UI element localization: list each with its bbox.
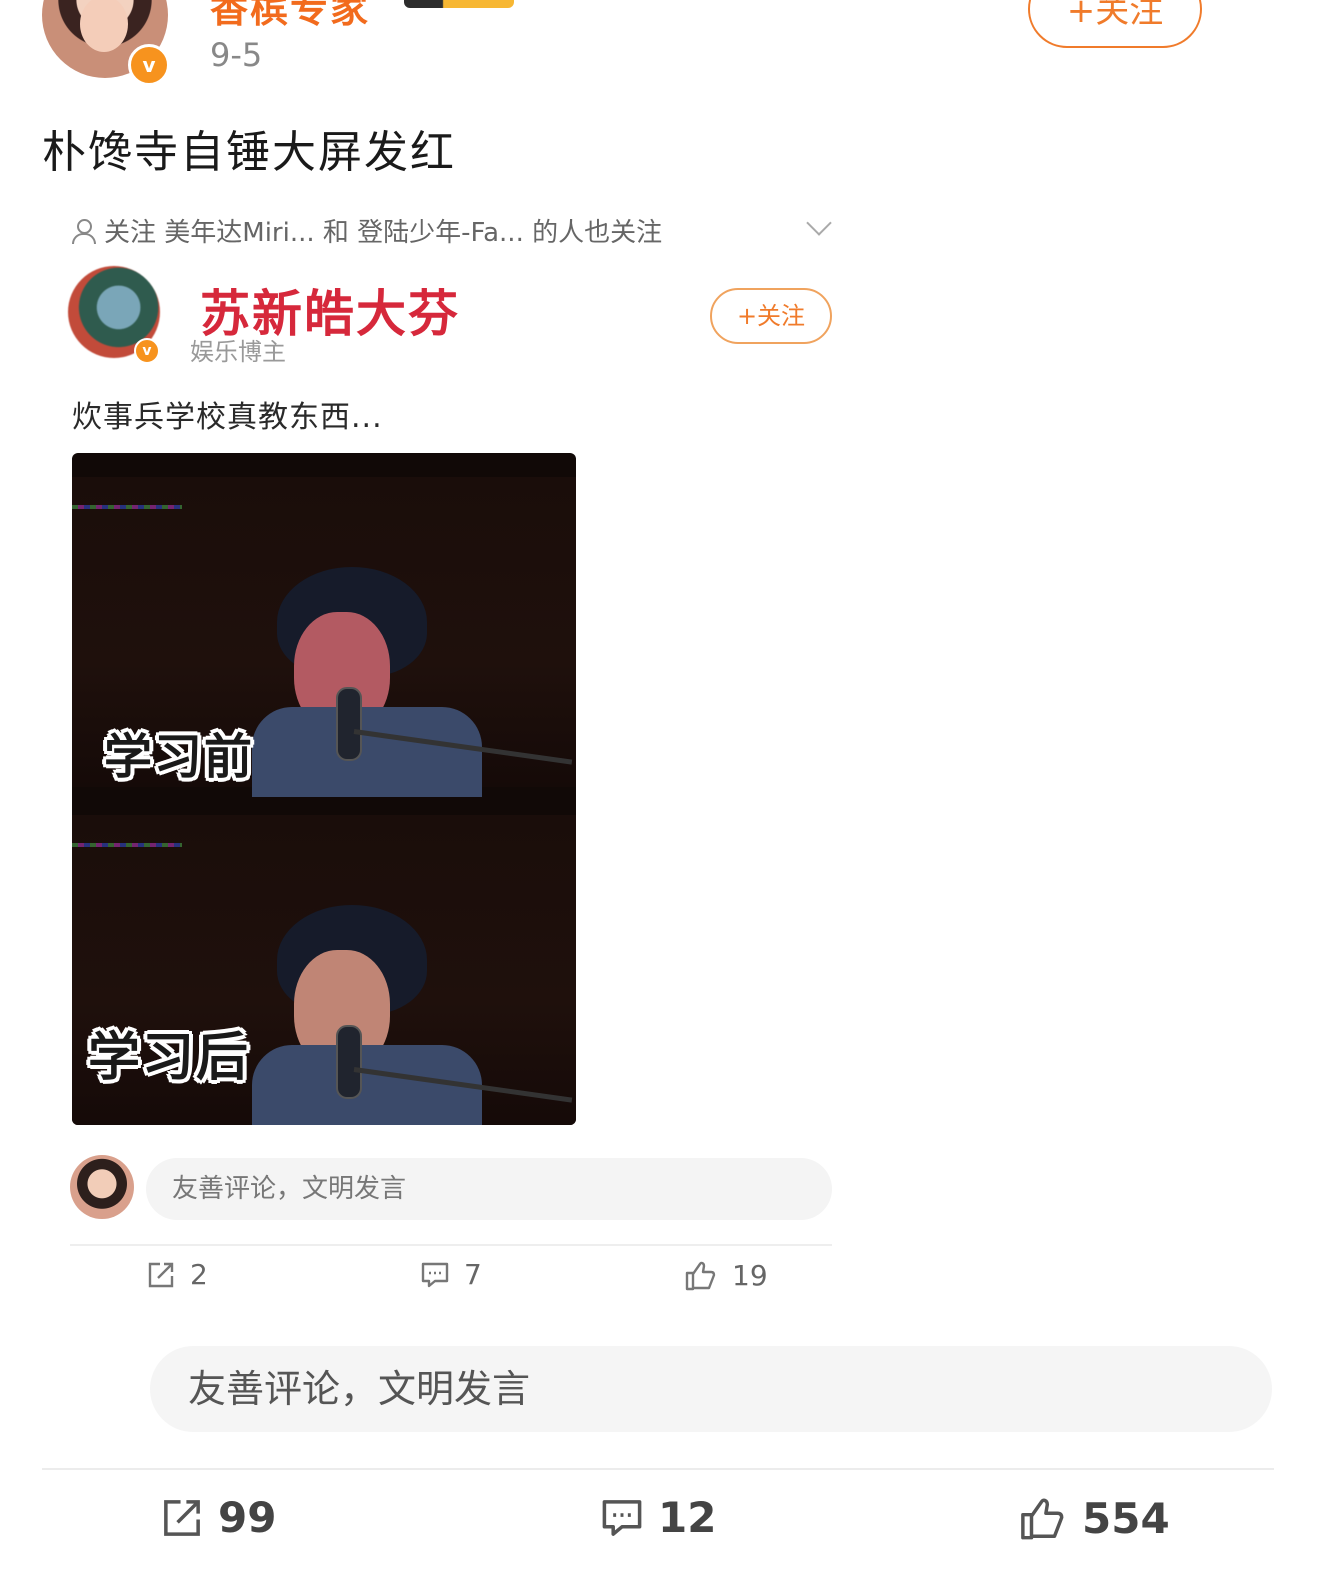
follow-button[interactable]: +关注	[1028, 0, 1202, 48]
retweet-author-subtitle: 娱乐博主	[190, 338, 286, 366]
retweet-like-button[interactable]: 19	[684, 1260, 768, 1292]
repost-button[interactable]: 99	[160, 1496, 276, 1540]
verified-badge-icon: v	[134, 338, 160, 364]
like-button[interactable]: 554	[1018, 1496, 1170, 1542]
retweet-repost-button[interactable]: 2	[146, 1260, 208, 1290]
retweet-comment-button[interactable]: 7	[420, 1260, 482, 1290]
chevron-down-icon[interactable]	[806, 210, 832, 236]
retweet-follow-button[interactable]: +关注	[710, 288, 832, 344]
comment-icon	[421, 1262, 449, 1288]
recommendation-line: 关注 美年达Miri... 和 登陆少年-Fa... 的人也关注	[70, 212, 662, 249]
author-name[interactable]: 香槟专家	[210, 0, 370, 33]
member-badge	[404, 0, 514, 8]
comment-button[interactable]: 12	[600, 1496, 716, 1540]
caption-after: 学习后	[88, 1028, 251, 1088]
like-count: 554	[1082, 1494, 1170, 1543]
like-count: 19	[732, 1259, 768, 1292]
image-frame-before: 学习前	[72, 477, 576, 797]
divider	[42, 1468, 1274, 1470]
repost-icon	[148, 1262, 174, 1288]
repost-count: 99	[218, 1493, 277, 1542]
divider	[70, 1244, 832, 1246]
post-image[interactable]: 学习前 学习后	[72, 453, 576, 1125]
caption-before: 学习前	[104, 729, 255, 785]
comment-count: 7	[464, 1258, 482, 1291]
repost-icon	[164, 1500, 200, 1536]
embedded-screenshot[interactable]: 关注 美年达Miri... 和 登陆少年-Fa... 的人也关注 v 苏新皓大芬…	[60, 200, 850, 1330]
commenter-avatar	[70, 1155, 134, 1219]
like-icon	[685, 1261, 716, 1291]
retweet-comment-input[interactable]: 友善评论，文明发言	[146, 1158, 832, 1220]
image-frame-after: 学习后	[72, 815, 576, 1125]
verified-badge-icon: v	[128, 44, 170, 86]
person-icon	[70, 218, 96, 244]
post-date: 9-5	[210, 36, 263, 74]
comment-count: 12	[658, 1493, 717, 1542]
post-text: 朴馋寺自锤大屏发红	[42, 127, 456, 178]
repost-count: 2	[190, 1258, 208, 1291]
comment-icon	[602, 1500, 642, 1536]
comment-input[interactable]: 友善评论，文明发言	[150, 1346, 1272, 1432]
like-icon	[1021, 1498, 1064, 1540]
retweet-text: 炊事兵学校真教东西...	[72, 400, 383, 435]
recommendation-text: 关注 美年达Miri... 和 登陆少年-Fa... 的人也关注	[104, 218, 663, 248]
